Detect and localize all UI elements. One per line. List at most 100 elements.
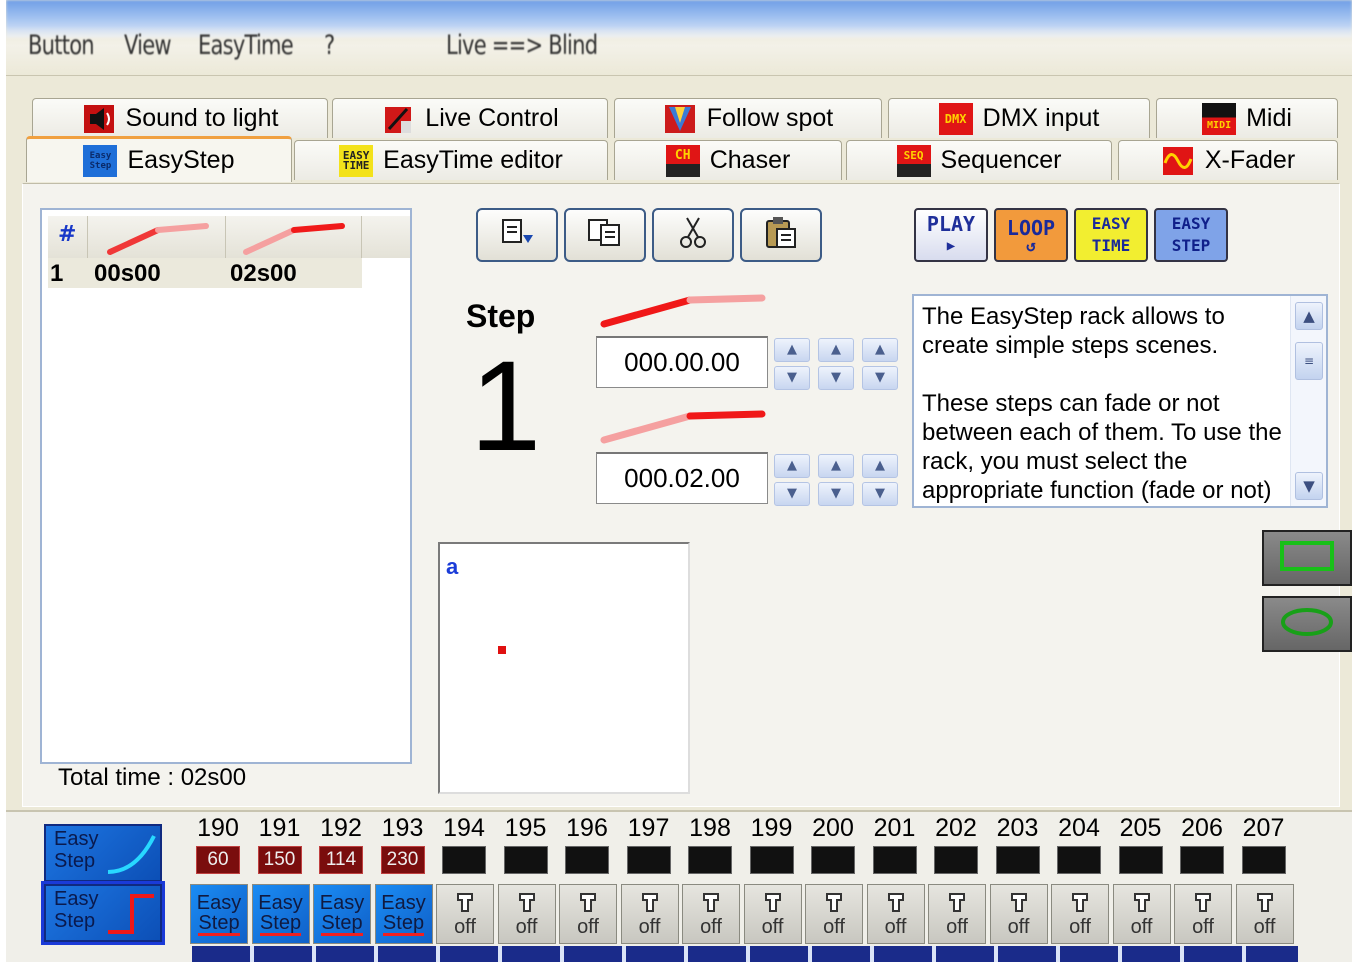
- scroll-thumb[interactable]: ≡: [1295, 342, 1323, 380]
- easystep-rack-fade[interactable]: Easy Step: [44, 824, 162, 882]
- live-control-icon: [381, 103, 415, 135]
- chevron-down-icon[interactable]: ▼: [862, 482, 898, 506]
- channel-off-button[interactable]: off: [866, 884, 925, 944]
- channel-easystep-button[interactable]: Easy Step: [190, 884, 248, 944]
- duplicate-step-button[interactable]: [564, 208, 646, 262]
- loop-button[interactable]: LOOP ↺: [994, 208, 1068, 262]
- channel-number: 206: [1181, 814, 1223, 842]
- channel-number: 201: [873, 814, 916, 842]
- wait-hours-spinner[interactable]: ▲ ▼: [774, 454, 810, 506]
- channel-number: 191: [258, 814, 301, 842]
- channel-off-button[interactable]: off: [1235, 884, 1294, 944]
- chevron-down-icon[interactable]: ▼: [818, 366, 854, 390]
- channel-off-button[interactable]: off: [989, 884, 1048, 944]
- channel-off-button[interactable]: off: [436, 884, 494, 944]
- copy-step-button[interactable]: [476, 208, 558, 262]
- chevron-up-icon[interactable]: ▲: [862, 454, 898, 478]
- loop-icon: ↺: [1026, 236, 1036, 255]
- fx-label: off: [761, 916, 784, 938]
- channel-off-button[interactable]: off: [1051, 884, 1109, 944]
- channel-number: 190: [197, 814, 239, 842]
- easystep-rack-step[interactable]: Easy Step: [41, 881, 165, 945]
- channel-number: 194: [443, 814, 485, 842]
- tab-easytime-editor[interactable]: EASY TIME EasyTime editor: [294, 140, 608, 180]
- rectangle-shape-button[interactable]: [1262, 530, 1352, 586]
- channel-easystep-button[interactable]: Easy Step: [374, 884, 433, 944]
- tab-label: Sound to light: [125, 104, 279, 132]
- step-row[interactable]: 1 00s00 02s00: [48, 258, 362, 288]
- wait-minutes-spinner[interactable]: ▲ ▼: [818, 454, 854, 506]
- chevron-up-icon[interactable]: ▲: [774, 338, 810, 362]
- tab-sequencer[interactable]: SEQ Sequencer: [846, 140, 1112, 180]
- wait-seconds-spinner[interactable]: ▲ ▼: [862, 454, 898, 506]
- channel-off-button[interactable]: off: [559, 884, 617, 944]
- channel-level: [442, 846, 486, 874]
- menu-help[interactable]: ?: [324, 30, 335, 61]
- chevron-up-icon[interactable]: ▲: [818, 338, 854, 362]
- tab-dmx-input[interactable]: DMX DMX input: [888, 98, 1150, 138]
- chevron-down-icon[interactable]: ▼: [774, 482, 810, 506]
- channel-fader-strip[interactable]: [192, 946, 1298, 962]
- chevron-up-icon[interactable]: ▲: [818, 454, 854, 478]
- fade-seconds-spinner[interactable]: ▲ ▼: [862, 338, 898, 390]
- play-button[interactable]: PLAY ▶: [914, 208, 988, 262]
- easytime-mode-button[interactable]: EASY TIME: [1074, 208, 1148, 262]
- channel-off-button[interactable]: off: [682, 884, 740, 944]
- chevron-down-icon[interactable]: ▼: [818, 482, 854, 506]
- tab-live-control[interactable]: Live Control: [332, 98, 608, 138]
- cut-icon: [678, 215, 708, 256]
- scroll-up-icon[interactable]: ▲: [1295, 302, 1323, 330]
- channel-level: 60: [196, 846, 240, 874]
- column-wait-icon: [226, 216, 362, 258]
- wait-time-field[interactable]: 000.02.00: [596, 452, 768, 504]
- fade-time-field[interactable]: 000.00.00: [596, 336, 768, 388]
- fx-label: off: [823, 916, 845, 938]
- channel-off-button[interactable]: off: [620, 884, 679, 944]
- paste-icon: [763, 215, 799, 256]
- channel-number: 204: [1058, 814, 1100, 842]
- easystep-mode-button[interactable]: EASY STEP: [1154, 208, 1228, 262]
- tab-x-fader[interactable]: X-Fader: [1118, 140, 1338, 180]
- tab-midi[interactable]: MIDI Midi: [1156, 98, 1338, 138]
- menu-view[interactable]: View: [124, 30, 172, 61]
- easystep-label-bottom: STEP: [1171, 236, 1211, 255]
- channel-off-button[interactable]: off: [1112, 884, 1171, 944]
- chevron-down-icon[interactable]: ▼: [862, 366, 898, 390]
- tab-sound-to-light[interactable]: Sound to light: [32, 98, 328, 138]
- tab-follow-spot[interactable]: Follow spot: [614, 98, 882, 138]
- fade-minutes-spinner[interactable]: ▲ ▼: [818, 338, 854, 390]
- channel-level: [1057, 846, 1101, 874]
- chevron-down-icon[interactable]: ▼: [774, 366, 810, 390]
- channel-off-button[interactable]: off: [928, 884, 986, 944]
- scroll-down-icon[interactable]: ▼: [1295, 472, 1323, 500]
- channel-off-button[interactable]: off: [497, 884, 556, 944]
- channel-number: 205: [1119, 814, 1162, 842]
- menu-live-blind[interactable]: Live ==> Blind: [446, 30, 598, 61]
- chevron-up-icon[interactable]: ▲: [774, 454, 810, 478]
- tab-chaser[interactable]: CH Chaser: [614, 140, 842, 180]
- easystep-icon: Easy Step: [83, 144, 118, 177]
- rectangle-icon: [1277, 538, 1337, 578]
- menu-easytime[interactable]: EasyTime: [198, 30, 294, 61]
- circle-shape-button[interactable]: [1262, 596, 1352, 652]
- lamp-icon: [516, 891, 538, 917]
- menu-button[interactable]: Button: [28, 30, 95, 61]
- tab-easystep[interactable]: Easy Step EasyStep: [26, 136, 292, 182]
- channel-off-button[interactable]: off: [1174, 884, 1232, 944]
- step-list[interactable]: # 1 00s00 02s00: [40, 208, 412, 764]
- chevron-up-icon[interactable]: ▲: [862, 338, 898, 362]
- paste-step-button[interactable]: [740, 208, 822, 262]
- channel-level: [934, 846, 978, 874]
- description-scrollbar[interactable]: ▲ ≡ ▼: [1290, 296, 1326, 506]
- speaker-icon: [82, 103, 116, 135]
- xfader-icon: [1161, 145, 1195, 177]
- channel-easystep-button[interactable]: Easy Step: [251, 884, 310, 944]
- channel-off-button[interactable]: off: [743, 884, 802, 944]
- channel-easystep-button[interactable]: Easy Step: [313, 884, 371, 944]
- scene-preview[interactable]: a: [438, 542, 690, 794]
- easystep-label-top: EASY: [1171, 214, 1211, 233]
- cut-step-button[interactable]: [652, 208, 734, 262]
- channel-off-button[interactable]: off: [805, 884, 863, 944]
- fx-label-bottom: Step: [321, 911, 363, 936]
- fade-hours-spinner[interactable]: ▲ ▼: [774, 338, 810, 390]
